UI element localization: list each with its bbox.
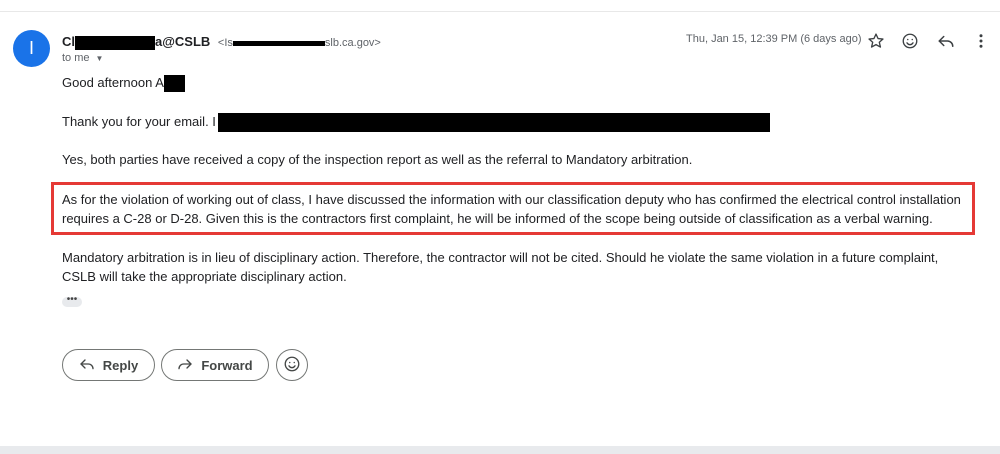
greeting-line: Good afternoon A <box>62 73 185 93</box>
chevron-down-icon: ▼ <box>95 53 104 63</box>
sender-avatar[interactable]: I <box>13 30 50 67</box>
thanks-line: Thank you for your email. I <box>62 112 770 133</box>
redaction-bar <box>75 35 155 50</box>
paragraph-arbitration: Mandatory arbitration is in lieu of disc… <box>62 250 939 284</box>
thanks-text: Thank you for your email. I <box>62 114 216 129</box>
sender-line: Cl a@CSLB <Is slb.ca.gov> <box>62 34 381 51</box>
sender-name[interactable]: Cl a@CSLB <box>62 34 214 50</box>
redaction-bar <box>163 75 185 93</box>
sender-name-prefix: Cl <box>62 34 75 49</box>
star-icon[interactable] <box>865 30 887 52</box>
highlight-box <box>51 182 975 235</box>
emoji-icon[interactable] <box>899 30 921 52</box>
reply-button-label: Reply <box>102 357 139 373</box>
recipient-details-toggle[interactable]: to me ▼ <box>62 52 103 64</box>
bottom-bar <box>0 446 1000 454</box>
sender-email: <Is slb.ca.gov> <box>218 37 381 49</box>
reply-icon[interactable] <box>935 30 957 52</box>
top-divider <box>0 11 1000 12</box>
sender-name-suffix: a@CSLB <box>155 34 211 49</box>
show-trimmed-content-button[interactable]: ••• <box>62 295 82 307</box>
greeting-text: Good afternoon A <box>62 75 164 90</box>
sender-email-prefix: <Is <box>217 37 233 49</box>
forward-button[interactable]: Forward <box>161 349 269 381</box>
paragraph-reports: Yes, both parties have received a copy o… <box>62 152 693 167</box>
reply-button[interactable]: Reply <box>62 349 155 381</box>
more-vert-icon[interactable] <box>970 30 992 52</box>
redaction-bar <box>217 113 770 133</box>
forward-button-label: Forward <box>201 357 253 373</box>
to-label: to me <box>62 52 90 64</box>
redaction-bar <box>232 40 325 46</box>
reply-icon <box>79 356 95 375</box>
emoji-reaction-button[interactable] <box>276 349 308 381</box>
email-date: Thu, Jan 15, 12:39 PM (6 days ago) <box>686 33 862 45</box>
forward-icon <box>177 356 193 375</box>
sender-email-suffix: slb.ca.gov> <box>324 37 381 49</box>
emoji-icon <box>283 355 301 376</box>
